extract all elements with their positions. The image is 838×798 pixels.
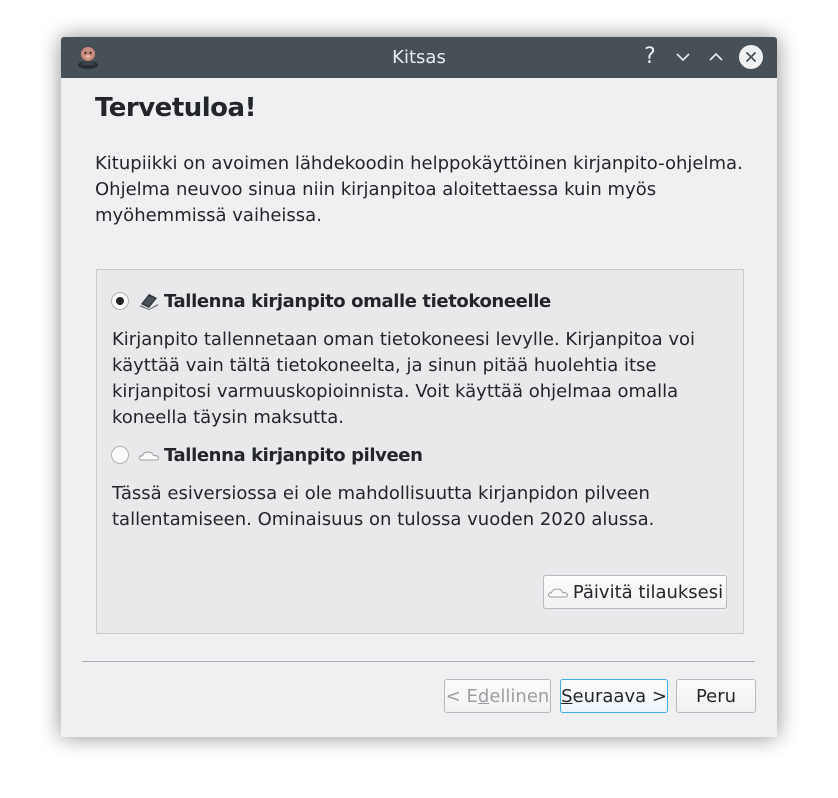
intro-text: Kitupiikki on avoimen lähdekoodin helppo… [95, 153, 743, 226]
next-label-suffix: euraava > [572, 685, 667, 707]
option-local-description: Kirjanpito tallennetaan oman tietokonees… [112, 329, 695, 428]
update-subscription-label: Päivitä tilauksesi [572, 581, 724, 603]
option-cloud[interactable]: Tallenna kirjanpito pilveen [111, 443, 423, 467]
option-cloud-label: Tallenna kirjanpito pilveen [164, 444, 423, 466]
option-local-label: Tallenna kirjanpito omalle tietokoneelle [164, 290, 551, 312]
maximize-button[interactable] [704, 45, 728, 69]
title-bar[interactable]: Kitsas ? [61, 37, 777, 78]
chevron-up-icon [709, 52, 723, 61]
radio-cloud[interactable] [111, 446, 129, 464]
previous-label-suffix: ellinen [489, 685, 550, 707]
cloud-icon [547, 588, 568, 598]
page-title: Tervetuloa! [95, 93, 256, 123]
close-button[interactable] [739, 45, 763, 69]
window-title: Kitsas [392, 47, 446, 68]
next-button[interactable]: Seuraava > [560, 679, 668, 713]
cancel-button[interactable]: Peru [676, 679, 756, 713]
close-icon [745, 51, 757, 63]
cloud-icon [138, 451, 160, 461]
option-cloud-description: Tässä esiversiossa ei ole mahdollisuutta… [112, 483, 655, 530]
option-local[interactable]: Tallenna kirjanpito omalle tietokoneelle [111, 289, 551, 313]
storage-options-group: Tallenna kirjanpito omalle tietokoneelle… [96, 269, 744, 634]
previous-label-mnemonic: d [477, 685, 490, 707]
update-subscription-button[interactable]: Päivitä tilauksesi [543, 575, 727, 609]
radio-local[interactable] [111, 292, 129, 310]
help-button[interactable]: ? [638, 45, 662, 69]
dialog-window: Kitsas ? Tervetuloa! Kitupiikki on avoim… [61, 37, 777, 737]
footer-divider [82, 661, 755, 662]
minimize-button[interactable] [671, 45, 695, 69]
next-label-mnemonic: S [561, 685, 573, 707]
previous-label-prefix: < E [445, 685, 478, 707]
previous-button[interactable]: < Ed ellinen [444, 679, 551, 713]
laptop-icon [140, 294, 158, 310]
chevron-down-icon [676, 53, 690, 62]
